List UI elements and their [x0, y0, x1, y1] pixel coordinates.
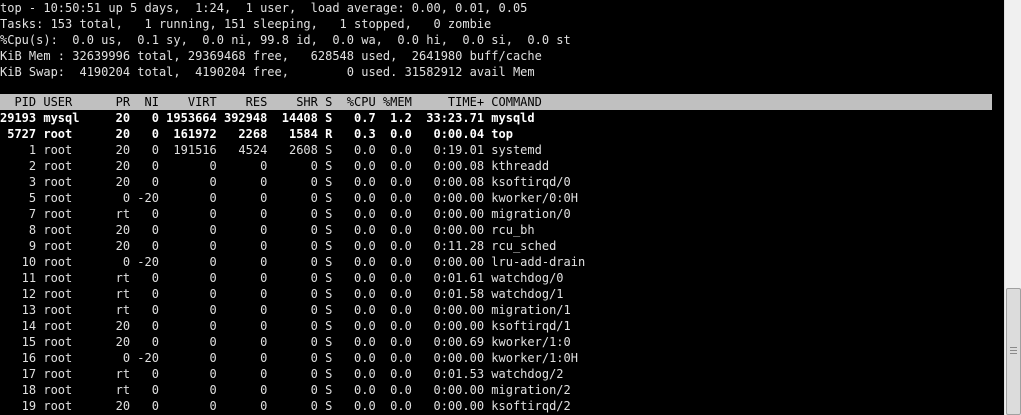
process-row: 29193 mysql 20 0 1953664 392948 14408 S … — [0, 111, 535, 125]
uptime-line: top - 10:50:51 up 5 days, 1:24, 1 user, … — [0, 1, 528, 15]
process-table-header: PID USER PR NI VIRT RES SHR S %CPU %MEM … — [0, 94, 992, 110]
process-row: 7 root rt 0 0 0 0 S 0.0 0.0 0:00.00 migr… — [0, 207, 571, 221]
memory-line: KiB Mem : 32639996 total, 29369468 free,… — [0, 49, 542, 63]
process-row: 10 root 0 -20 0 0 0 S 0.0 0.0 0:00.00 lr… — [0, 255, 586, 269]
process-row: 3 root 20 0 0 0 0 S 0.0 0.0 0:00.08 ksof… — [0, 175, 571, 189]
process-row: 17 root rt 0 0 0 0 S 0.0 0.0 0:01.53 wat… — [0, 367, 564, 381]
process-row: 11 root rt 0 0 0 0 S 0.0 0.0 0:01.61 wat… — [0, 271, 564, 285]
process-row: 5 root 0 -20 0 0 0 S 0.0 0.0 0:00.00 kwo… — [0, 191, 578, 205]
process-row: 16 root 0 -20 0 0 0 S 0.0 0.0 0:00.00 kw… — [0, 351, 578, 365]
grip-line — [1010, 353, 1017, 354]
vertical-scrollbar[interactable] — [1004, 0, 1021, 415]
process-row: 8 root 20 0 0 0 0 S 0.0 0.0 0:00.00 rcu_… — [0, 223, 535, 237]
process-row: 19 root 20 0 0 0 0 S 0.0 0.0 0:00.00 kso… — [0, 399, 571, 413]
process-row: 12 root rt 0 0 0 0 S 0.0 0.0 0:01.58 wat… — [0, 287, 564, 301]
process-row: 14 root 20 0 0 0 0 S 0.0 0.0 0:00.00 kso… — [0, 319, 571, 333]
scrollbar-thumb[interactable] — [1006, 288, 1021, 415]
process-row: 5727 root 20 0 161972 2268 1584 R 0.3 0.… — [0, 127, 513, 141]
process-row: 9 root 20 0 0 0 0 S 0.0 0.0 0:11.28 rcu_… — [0, 239, 557, 253]
process-row: 1 root 20 0 191516 4524 2608 S 0.0 0.0 0… — [0, 143, 542, 157]
process-row: 15 root 20 0 0 0 0 S 0.0 0.0 0:00.69 kwo… — [0, 335, 571, 349]
grip-line — [1010, 350, 1017, 351]
terminal-window[interactable]: top - 10:50:51 up 5 days, 1:24, 1 user, … — [0, 0, 1004, 415]
tasks-line: Tasks: 153 total, 1 running, 151 sleepin… — [0, 17, 492, 31]
grip-line — [1010, 347, 1017, 348]
process-row: 2 root 20 0 0 0 0 S 0.0 0.0 0:00.08 kthr… — [0, 159, 550, 173]
process-row: 13 root rt 0 0 0 0 S 0.0 0.0 0:00.00 mig… — [0, 303, 571, 317]
process-row: 18 root rt 0 0 0 0 S 0.0 0.0 0:00.00 mig… — [0, 383, 571, 397]
swap-line: KiB Swap: 4190204 total, 4190204 free, 0… — [0, 65, 535, 79]
cpu-line: %Cpu(s): 0.0 us, 0.1 sy, 0.0 ni, 99.8 id… — [0, 33, 571, 47]
